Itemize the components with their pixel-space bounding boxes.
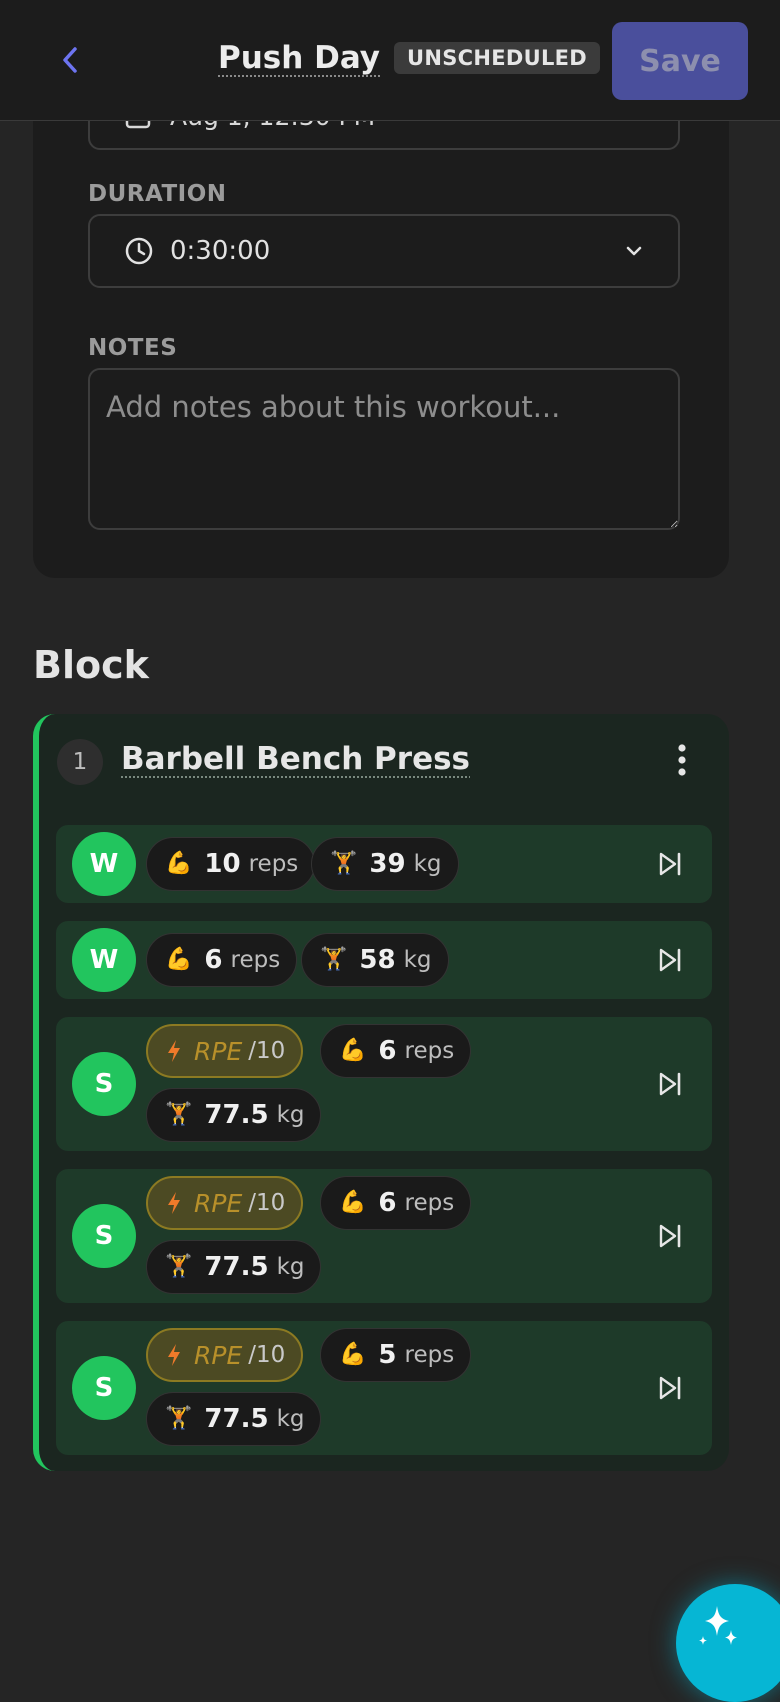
flexed-biceps-icon: 💪 xyxy=(165,949,192,971)
rpe-max: /10 xyxy=(248,1342,285,1368)
workout-title[interactable]: Push Day xyxy=(218,40,380,76)
lightning-icon xyxy=(166,1039,182,1063)
reps-unit: reps xyxy=(405,1190,455,1216)
flexed-biceps-icon: 💪 xyxy=(339,1192,366,1214)
skip-forward-icon xyxy=(657,1223,683,1249)
reps-unit: reps xyxy=(405,1342,455,1368)
weight-unit: kg xyxy=(277,1102,305,1128)
weightlifter-icon: 🏋 xyxy=(165,1256,192,1278)
weight-pill[interactable]: 🏋 77.5 kg xyxy=(146,1088,321,1142)
rpe-max: /10 xyxy=(248,1190,285,1216)
set-row[interactable]: S RPE /10 💪 6 reps 🏋 77.5 kg xyxy=(56,1169,712,1303)
set-type-badge[interactable]: W xyxy=(72,928,136,992)
rpe-max: /10 xyxy=(248,1038,285,1064)
weight-value: 77.5 xyxy=(204,1252,268,1282)
weight-pill[interactable]: 🏋 58 kg xyxy=(301,933,449,987)
set-type-badge[interactable]: S xyxy=(72,1204,136,1268)
weight-value: 58 xyxy=(359,945,395,975)
rpe-label: RPE xyxy=(194,1189,242,1218)
reps-value: 6 xyxy=(378,1036,396,1066)
reps-value: 10 xyxy=(204,849,240,879)
reps-pill[interactable]: 💪 6 reps xyxy=(320,1024,471,1078)
skip-set-button[interactable] xyxy=(652,846,688,882)
flexed-biceps-icon: 💪 xyxy=(339,1040,366,1062)
skip-set-button[interactable] xyxy=(652,1066,688,1102)
exercise-menu-button[interactable] xyxy=(666,740,698,780)
chevron-left-icon xyxy=(60,45,80,75)
save-button[interactable]: Save xyxy=(612,22,748,100)
weightlifter-icon: 🏋 xyxy=(165,1104,192,1126)
reps-unit: reps xyxy=(405,1038,455,1064)
weight-pill[interactable]: 🏋 39 kg xyxy=(311,837,459,891)
flexed-biceps-icon: 💪 xyxy=(165,853,192,875)
exercise-name[interactable]: Barbell Bench Press xyxy=(121,741,470,777)
more-vertical-icon xyxy=(677,743,687,777)
section-title: Block xyxy=(33,643,149,687)
notes-label: NOTES xyxy=(88,335,177,361)
skip-forward-icon xyxy=(657,1375,683,1401)
rpe-pill[interactable]: RPE /10 xyxy=(146,1176,303,1230)
set-row[interactable]: W 💪 6 reps 🏋 58 kg xyxy=(56,921,712,999)
reps-unit: reps xyxy=(249,851,299,877)
title-group: Push Day UNSCHEDULED xyxy=(218,40,600,76)
weightlifter-icon: 🏋 xyxy=(165,1408,192,1430)
reps-pill[interactable]: 💪 6 reps xyxy=(146,933,297,987)
skip-set-button[interactable] xyxy=(652,942,688,978)
reps-pill[interactable]: 💪 6 reps xyxy=(320,1176,471,1230)
set-type-badge[interactable]: W xyxy=(72,832,136,896)
weight-unit: kg xyxy=(277,1406,305,1432)
set-row[interactable]: S RPE /10 💪 5 reps 🏋 77.5 kg xyxy=(56,1321,712,1455)
top-bar: Push Day UNSCHEDULED Save xyxy=(0,0,780,121)
duration-value: 0:30:00 xyxy=(170,236,270,266)
sparkles-icon xyxy=(693,1602,741,1650)
exercise-number: 1 xyxy=(57,739,103,785)
weight-unit: kg xyxy=(404,947,432,973)
weight-pill[interactable]: 🏋 77.5 kg xyxy=(146,1392,321,1446)
lightning-icon xyxy=(166,1343,182,1367)
duration-label: DURATION xyxy=(88,181,227,207)
rpe-pill[interactable]: RPE /10 xyxy=(146,1024,303,1078)
reps-pill[interactable]: 💪 5 reps xyxy=(320,1328,471,1382)
skip-set-button[interactable] xyxy=(652,1370,688,1406)
status-badge: UNSCHEDULED xyxy=(394,42,600,74)
rpe-pill[interactable]: RPE /10 xyxy=(146,1328,303,1382)
chevron-down-icon xyxy=(624,241,644,265)
skip-forward-icon xyxy=(657,947,683,973)
set-row[interactable]: S RPE /10 💪 6 reps 🏋 77.5 kg xyxy=(56,1017,712,1151)
set-type-badge[interactable]: S xyxy=(72,1356,136,1420)
set-row[interactable]: W 💪 10 reps 🏋 39 kg xyxy=(56,825,712,903)
back-button[interactable] xyxy=(52,40,88,80)
clock-icon xyxy=(124,236,154,266)
skip-set-button[interactable] xyxy=(652,1218,688,1254)
reps-value: 6 xyxy=(378,1188,396,1218)
reps-value: 6 xyxy=(204,945,222,975)
weightlifter-icon: 🏋 xyxy=(320,949,347,971)
weight-value: 39 xyxy=(369,849,405,879)
reps-pill[interactable]: 💪 10 reps xyxy=(146,837,315,891)
skip-forward-icon xyxy=(657,851,683,877)
rpe-label: RPE xyxy=(194,1341,242,1370)
weight-pill[interactable]: 🏋 77.5 kg xyxy=(146,1240,321,1294)
duration-select[interactable]: 0:30:00 xyxy=(88,214,680,288)
weightlifter-icon: 🏋 xyxy=(330,853,357,875)
rpe-label: RPE xyxy=(194,1037,242,1066)
weight-value: 77.5 xyxy=(204,1100,268,1130)
reps-unit: reps xyxy=(231,947,281,973)
lightning-icon xyxy=(166,1191,182,1215)
weight-unit: kg xyxy=(414,851,442,877)
notes-input[interactable] xyxy=(88,368,680,530)
skip-forward-icon xyxy=(657,1071,683,1097)
set-type-badge[interactable]: S xyxy=(72,1052,136,1116)
weight-unit: kg xyxy=(277,1254,305,1280)
weight-value: 77.5 xyxy=(204,1404,268,1434)
ai-assistant-button[interactable] xyxy=(676,1584,780,1702)
reps-value: 5 xyxy=(378,1340,396,1370)
flexed-biceps-icon: 💪 xyxy=(339,1344,366,1366)
